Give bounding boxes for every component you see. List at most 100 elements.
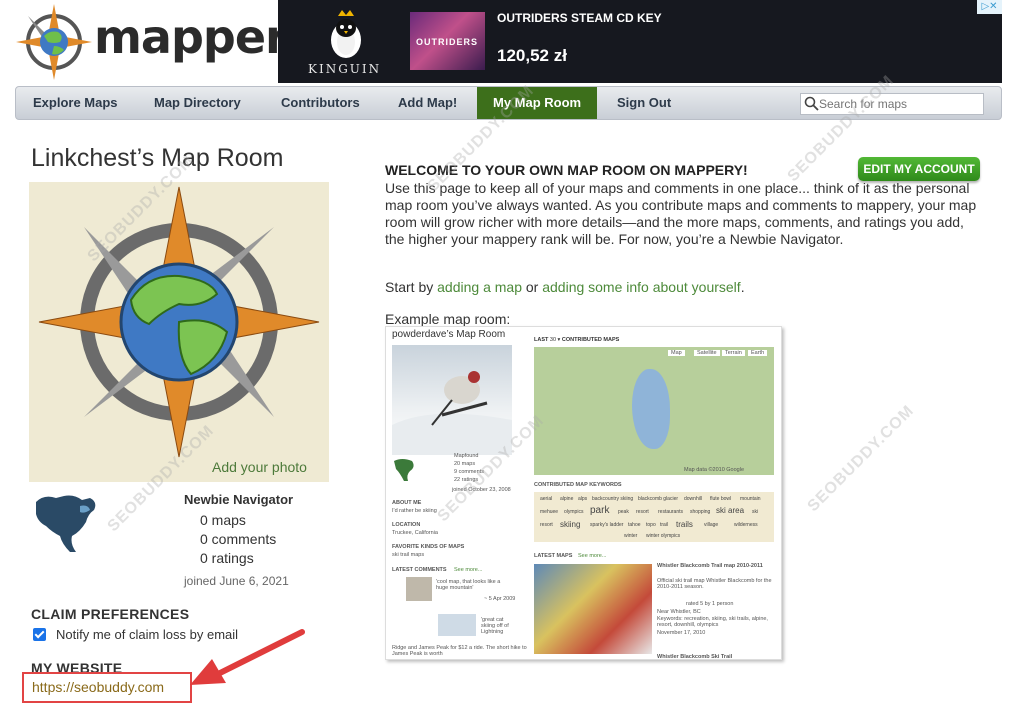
example-keyword: flute bowl: [710, 496, 732, 502]
map-room-title: Linkchest’s Map Room: [31, 144, 284, 172]
kinguin-penguin-icon: [331, 10, 361, 58]
example-rank: Mapfound: [454, 453, 479, 459]
nav-my-map-room[interactable]: My Map Room: [477, 87, 598, 119]
example-keywords-heading: CONTRIBUTED MAP KEYWORDS: [534, 482, 622, 488]
example-keyword: aerial: [540, 496, 553, 502]
example-keyword: sparky's ladder: [590, 522, 624, 528]
example-location-heading: LOCATION: [392, 522, 421, 528]
example-ratings: 22 ratings: [454, 477, 479, 483]
watermark-text: SEOBUDDY.COM: [804, 402, 918, 516]
example-keyword: village: [704, 522, 719, 528]
example-lake: [632, 369, 670, 449]
edit-account-button[interactable]: EDIT MY ACCOUNT: [858, 157, 980, 181]
adding-a-map-link[interactable]: adding a map: [437, 279, 522, 295]
ad-product-image-text: OUTRIDERS: [416, 37, 479, 47]
example-latest-maps-heading: LATEST MAPS: [534, 553, 573, 559]
example-comment-thumb-2: [438, 614, 476, 636]
example-latest-map-near: Near Whistler, BC: [657, 609, 701, 615]
comments-count: 0 comments: [200, 531, 277, 547]
example-keyword: blackcomb glacier: [638, 496, 679, 502]
example-latest-map-keywords: Keywords: recreation, skiing, ski trails…: [657, 616, 768, 628]
checkbox-checked-icon[interactable]: [33, 628, 46, 641]
nav-explore-maps[interactable]: Explore Maps: [33, 87, 118, 119]
example-latest-map-rated: rated 5 by 1 person: [686, 601, 734, 607]
search-box[interactable]: [800, 93, 984, 115]
example-joined: joined October 23, 2008: [452, 487, 511, 493]
example-comment-thumb-1: [406, 577, 432, 601]
example-keyword: alps: [578, 496, 588, 502]
example-map-room-image: powderdave’s Map Room Mapfound 20 maps 9…: [385, 326, 782, 660]
example-about-me: I'd rather be skiing: [392, 508, 437, 514]
example-see-more-comments: See more...: [454, 567, 483, 573]
add-photo-link[interactable]: Add your photo: [212, 459, 307, 475]
mappery-logo[interactable]: mappery: [14, 2, 317, 82]
example-map-tab-earth: Earth: [748, 350, 768, 356]
example-about-me-heading: ABOUT ME: [392, 500, 422, 506]
example-comment-1: 'cool map, that looks like a huge mounta…: [436, 579, 501, 591]
example-last-label: LAST: [534, 337, 549, 343]
example-map-tab-satellite: Satellite: [694, 350, 720, 356]
advertisement-banner[interactable]: KINGUIN OUTRIDERS OUTRIDERS STEAM CD KEY…: [278, 0, 1002, 83]
example-latest-map-desc: Official ski trail map Whistler Blackcom…: [657, 578, 772, 590]
example-keyword: winter: [624, 533, 638, 539]
adding-info-link[interactable]: adding some info about yourself: [542, 279, 740, 295]
example-keyword: restaurants: [658, 509, 684, 515]
joined-date: joined June 6, 2021: [184, 574, 289, 588]
example-see-more-maps: See more...: [578, 553, 607, 559]
example-comment-1-date: ~ 5 Apr 2009: [484, 596, 516, 602]
example-skier-photo: [392, 345, 512, 455]
claim-preferences-heading: CLAIM PREFERENCES: [31, 606, 190, 622]
example-favorite: ski trail maps: [392, 552, 425, 558]
example-latest-map-title: Whistler Blackcomb Trail map 2010-2011: [657, 563, 763, 569]
start-by-line: Start by adding a map or adding some inf…: [385, 279, 745, 295]
ad-product-image: OUTRIDERS: [410, 12, 485, 70]
example-keyword: winter olympics: [646, 533, 681, 539]
example-comments: 9 comments: [454, 469, 484, 475]
website-highlight-box: https://seobuddy.com: [22, 672, 192, 703]
example-label: Example map room:: [385, 311, 511, 327]
skier-icon: [392, 371, 512, 455]
ad-price: 120,52 zł: [497, 46, 567, 65]
main-navigation: Explore Maps Map Directory Contributors …: [15, 86, 1002, 120]
example-keyword: park: [590, 505, 610, 516]
example-last-value: 30: [549, 337, 557, 343]
north-america-map-icon: [36, 495, 96, 552]
ad-title: OUTRIDERS STEAM CD KEY: [497, 11, 662, 25]
website-link[interactable]: https://seobuddy.com: [32, 679, 164, 695]
example-last-bar: LAST 30 ▾ CONTRIBUTED MAPS: [534, 337, 620, 343]
example-keyword: topo: [646, 522, 656, 528]
nav-sign-out[interactable]: Sign Out: [617, 87, 671, 119]
user-rank: Newbie Navigator: [184, 492, 294, 507]
start-mid: or: [521, 279, 543, 295]
ad-brand: KINGUIN: [308, 62, 382, 76]
example-latest-map-image: [534, 564, 652, 654]
example-keyword: trails: [676, 520, 693, 529]
profile-photo-placeholder[interactable]: Add your photo: [29, 182, 329, 482]
welcome-heading: WELCOME TO YOUR OWN MAP ROOM ON MAPPERY!: [385, 162, 748, 178]
example-keyword-cloud: aerial alpine alps backcountry skiing bl…: [534, 492, 774, 542]
example-latest-map-date: November 17, 2010: [657, 630, 706, 636]
example-latest-map2-title: Whistler Blackcomb Ski Trail: [657, 654, 733, 660]
example-keyword: peak: [618, 509, 629, 515]
example-keyword: trail: [660, 522, 669, 528]
nav-contributors[interactable]: Contributors: [281, 87, 360, 119]
welcome-intro-text: Use this page to keep all of your maps a…: [385, 180, 977, 247]
ratings-count: 0 ratings: [200, 550, 254, 566]
example-keyword: resort: [540, 522, 553, 528]
example-location: Truckee, California: [392, 530, 438, 536]
example-keyword: ski: [752, 509, 759, 515]
nav-add-map[interactable]: Add Map!: [398, 87, 457, 119]
search-icon[interactable]: [804, 96, 819, 111]
example-comment-3: Ridge and James Peak for $12 a ride. The…: [392, 645, 527, 657]
search-input[interactable]: [819, 95, 979, 113]
adchoices-icon[interactable]: ▷✕: [977, 0, 1002, 14]
example-latest-comments-heading: LATEST COMMENTS: [392, 567, 447, 573]
maps-count: 0 maps: [200, 512, 246, 528]
example-map-tab-map: Map: [668, 350, 685, 356]
nav-map-directory[interactable]: Map Directory: [154, 87, 241, 119]
example-contributed-label: CONTRIBUTED MAPS: [561, 337, 620, 343]
example-google-map: Map Satellite Terrain Earth Map data ©20…: [534, 347, 774, 475]
example-keyword: downhill: [684, 496, 703, 502]
start-suffix: .: [740, 279, 745, 295]
example-map-credit: Map data ©2010 Google: [684, 467, 745, 473]
